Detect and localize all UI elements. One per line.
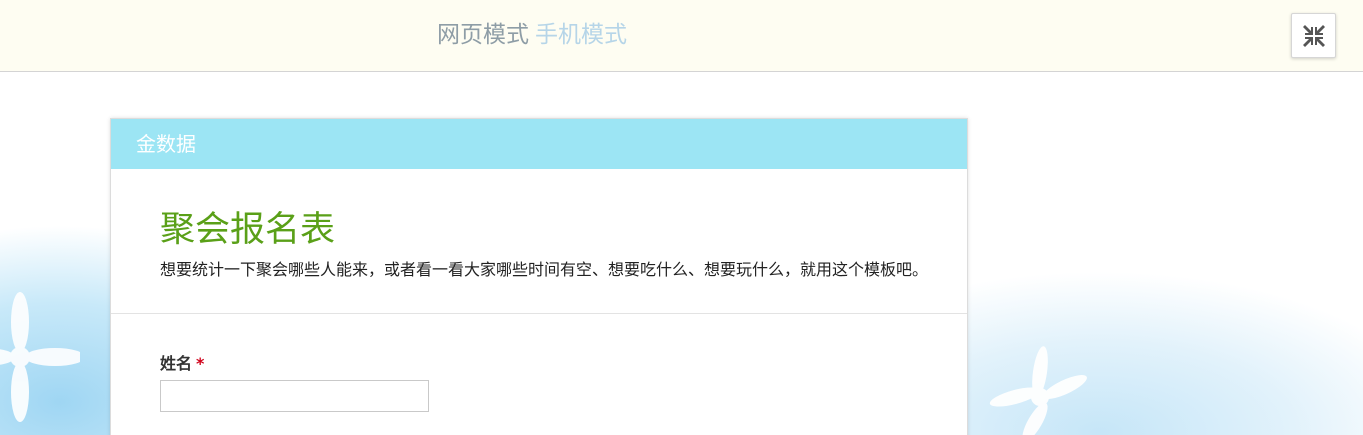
brand-header: 金数据 xyxy=(111,119,967,169)
collapse-button[interactable] xyxy=(1291,13,1336,58)
flower-decoration-icon xyxy=(989,346,1087,435)
divider xyxy=(111,313,967,314)
top-bar: 网页模式 手机模式 xyxy=(0,0,1363,72)
name-input[interactable] xyxy=(160,380,429,412)
required-indicator: * xyxy=(196,354,205,373)
form-title: 聚会报名表 xyxy=(160,210,336,250)
name-label-text: 姓名 xyxy=(160,354,193,373)
form-card: 金数据 聚会报名表 想要统计一下聚会哪些人能来，或者看一看大家哪些时间有空、想要… xyxy=(110,118,968,435)
web-mode-link[interactable]: 网页模式 xyxy=(437,22,529,48)
form-description: 想要统计一下聚会哪些人能来，或者看一看大家哪些时间有空、想要吃什么、想要玩什么，… xyxy=(160,260,929,279)
collapse-arrows-icon xyxy=(1303,25,1325,47)
flower-decoration-icon xyxy=(0,292,80,422)
view-mode-switch: 网页模式 手机模式 xyxy=(437,20,627,50)
name-field-label: 姓名 * xyxy=(160,352,204,376)
mobile-mode-link[interactable]: 手机模式 xyxy=(535,22,627,48)
